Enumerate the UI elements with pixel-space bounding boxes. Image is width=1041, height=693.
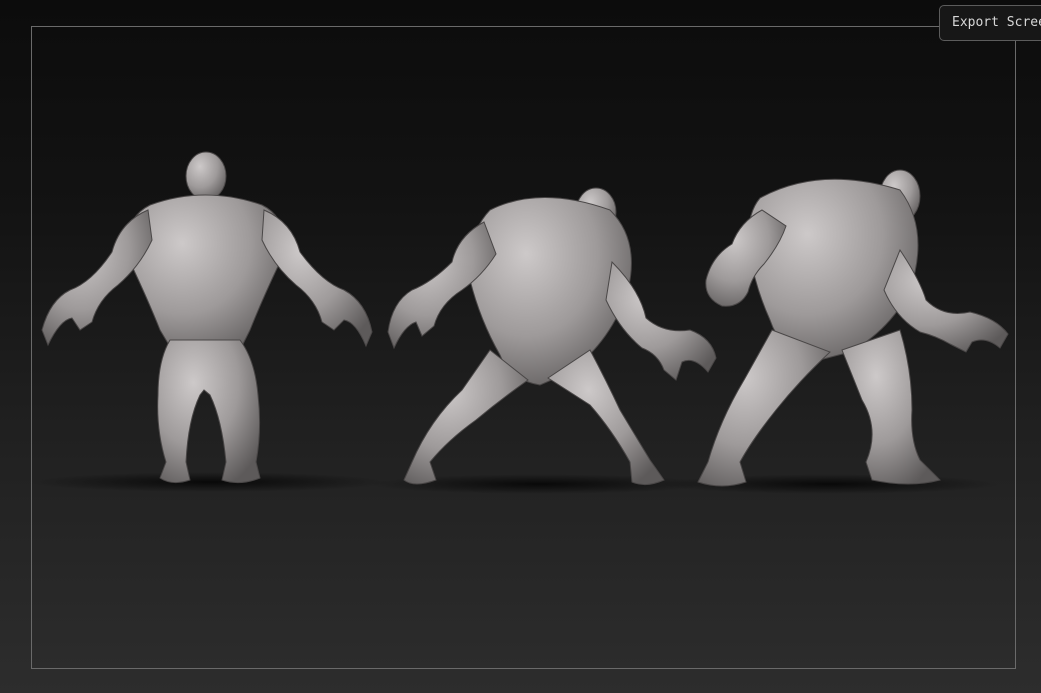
ground-shadow [30,472,390,492]
scene-models [30,151,1009,494]
figure-action-pose-model[interactable] [387,187,717,486]
figure-lunge-pose-model[interactable] [697,169,1009,487]
figure-a-pose-model[interactable] [41,151,373,484]
viewport-canvas[interactable]: Export Scree [0,0,1041,693]
export-screenshot-button[interactable]: Export Scree [939,5,1041,41]
